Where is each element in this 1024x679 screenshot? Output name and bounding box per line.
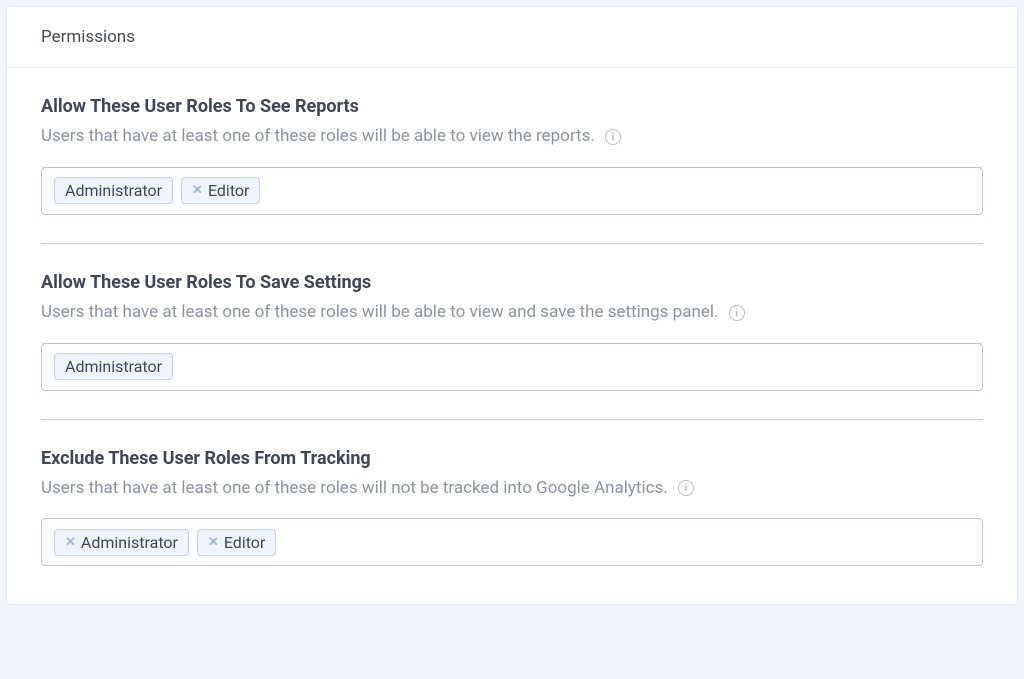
- panel-body: Allow These User Roles To See Reports Us…: [7, 68, 1017, 604]
- info-icon[interactable]: [678, 480, 694, 496]
- section-title: Exclude These User Roles From Tracking: [41, 448, 983, 469]
- close-icon[interactable]: ✕: [192, 184, 203, 197]
- section-save-settings: Allow These User Roles To Save Settings …: [41, 244, 983, 420]
- info-icon[interactable]: [729, 305, 745, 321]
- role-tag-label: Editor: [224, 533, 265, 552]
- roles-see-reports-input[interactable]: Administrator ✕ Editor: [41, 167, 983, 215]
- role-tag[interactable]: Administrator: [54, 353, 173, 380]
- section-description: Users that have at least one of these ro…: [41, 125, 595, 149]
- section-desc-row: Users that have at least one of these ro…: [41, 125, 983, 149]
- section-title: Allow These User Roles To See Reports: [41, 96, 983, 117]
- role-tag[interactable]: ✕ Editor: [181, 177, 260, 204]
- close-icon[interactable]: ✕: [65, 536, 76, 549]
- section-title: Allow These User Roles To Save Settings: [41, 272, 983, 293]
- roles-exclude-tracking-input[interactable]: ✕ Administrator ✕ Editor: [41, 518, 983, 566]
- section-description: Users that have at least one of these ro…: [41, 477, 668, 501]
- section-exclude-tracking: Exclude These User Roles From Tracking U…: [41, 420, 983, 577]
- panel-title: Permissions: [41, 27, 983, 47]
- close-icon[interactable]: ✕: [208, 536, 219, 549]
- section-description: Users that have at least one of these ro…: [41, 301, 719, 325]
- section-see-reports: Allow These User Roles To See Reports Us…: [41, 68, 983, 244]
- permissions-panel: Permissions Allow These User Roles To Se…: [6, 6, 1018, 605]
- roles-save-settings-input[interactable]: Administrator: [41, 343, 983, 391]
- section-desc-row: Users that have at least one of these ro…: [41, 301, 983, 325]
- info-icon[interactable]: [605, 129, 621, 145]
- section-desc-row: Users that have at least one of these ro…: [41, 477, 983, 501]
- role-tag-label: Administrator: [65, 357, 162, 376]
- panel-header: Permissions: [7, 7, 1017, 68]
- role-tag-label: Administrator: [81, 533, 178, 552]
- role-tag[interactable]: ✕ Editor: [197, 529, 276, 556]
- role-tag-label: Editor: [208, 181, 249, 200]
- role-tag[interactable]: ✕ Administrator: [54, 529, 189, 556]
- role-tag-label: Administrator: [65, 181, 162, 200]
- role-tag[interactable]: Administrator: [54, 177, 173, 204]
